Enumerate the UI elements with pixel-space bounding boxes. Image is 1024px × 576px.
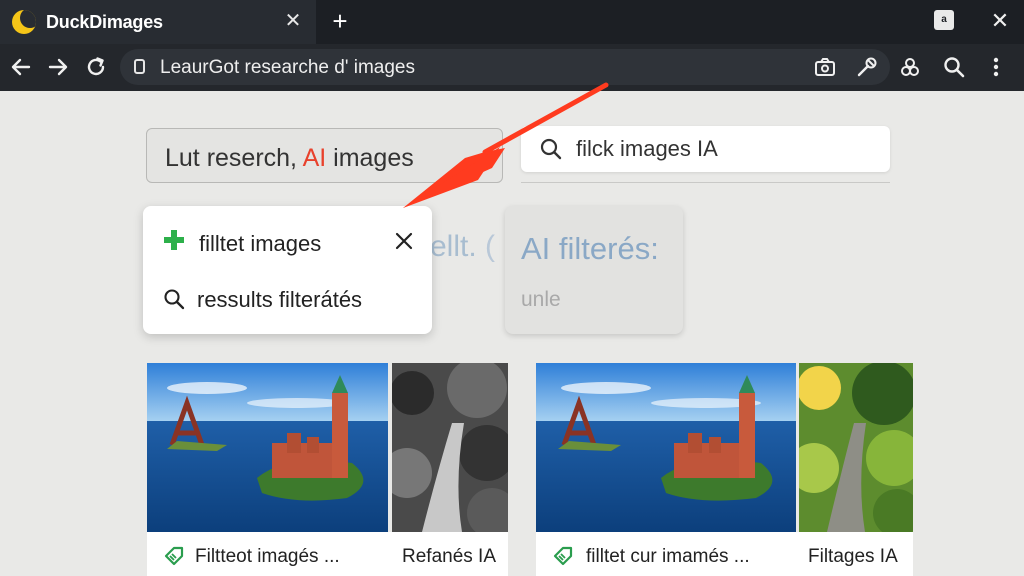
tab-bar: DuckDimages ✕ + a ✕ <box>0 0 1024 44</box>
search-icon <box>540 138 562 160</box>
plus-icon[interactable] <box>164 230 184 250</box>
menu-dots-icon[interactable] <box>985 56 1007 78</box>
address-bar[interactable]: LeaurGot researche d' images <box>120 49 890 85</box>
divider <box>521 182 890 183</box>
forward-arrow-icon[interactable] <box>45 54 71 80</box>
search-icon[interactable] <box>943 56 965 78</box>
result-caption-4[interactable]: Filtages IA <box>796 532 913 576</box>
browser-toolbar: LeaurGot researche d' images <box>0 44 1024 91</box>
ai-filter-card[interactable]: AI filterés: unle <box>505 206 683 334</box>
faded-label: ellt. ( <box>430 230 496 263</box>
search-left-prefix: Lut reserch, <box>165 144 303 172</box>
search-left-ai: AI <box>302 144 327 172</box>
suggestion-dropdown: filltet images ressults filterátés <box>143 206 432 334</box>
profile-icon[interactable] <box>899 56 921 78</box>
window-close-icon[interactable]: ✕ <box>988 8 1012 34</box>
new-tab-plus-icon[interactable]: + <box>326 8 354 36</box>
camera-icon[interactable] <box>814 56 836 78</box>
result-caption-1-text: Filtteot imagés ... <box>195 546 340 567</box>
suggestion-item-filter-images[interactable]: filltet images <box>199 231 321 257</box>
tab-title: DuckDimages <box>46 11 163 32</box>
extensions-icon[interactable] <box>856 56 878 78</box>
close-icon[interactable] <box>393 230 415 252</box>
close-tab-icon[interactable]: ✕ <box>282 10 304 32</box>
search-input-right[interactable]: filck images IA <box>521 126 890 172</box>
result-image-path-bw[interactable] <box>392 363 508 532</box>
search-right-query: filck images IA <box>576 136 718 161</box>
suggestion-item-filtered-results[interactable]: ressults filterátés <box>197 287 362 313</box>
result-image-path-color[interactable] <box>799 363 913 532</box>
result-caption-3-text: filltet cur imamés ... <box>586 546 750 567</box>
search-icon <box>164 289 185 310</box>
result-caption-2[interactable]: Refanés IA <box>388 532 508 576</box>
result-caption-1[interactable]: Filtteot imagés ... <box>147 532 388 576</box>
tag-icon <box>553 546 573 566</box>
search-input-left[interactable]: Lut reserch, AI images <box>146 128 503 183</box>
reload-icon[interactable] <box>83 54 109 80</box>
result-image-castle[interactable] <box>147 363 388 532</box>
result-caption-2-text: Refanés IA <box>402 546 496 567</box>
lock-icon <box>134 59 145 74</box>
result-caption-4-text: Filtages IA <box>808 546 898 567</box>
tag-icon <box>164 546 184 566</box>
result-caption-3[interactable]: filltet cur imamés ... <box>536 532 796 576</box>
duck-logo-icon <box>12 10 36 34</box>
result-image-castle-2[interactable] <box>536 363 796 532</box>
window-menu-icon[interactable]: a <box>934 10 954 30</box>
browser-tab[interactable]: DuckDimages ✕ <box>0 0 316 44</box>
ai-filter-sub: unle <box>521 288 561 311</box>
address-text: LeaurGot researche d' images <box>160 57 415 78</box>
search-left-suffix: images <box>326 144 414 172</box>
ai-filter-heading: AI filterés: <box>521 231 659 266</box>
back-arrow-icon[interactable] <box>8 54 34 80</box>
